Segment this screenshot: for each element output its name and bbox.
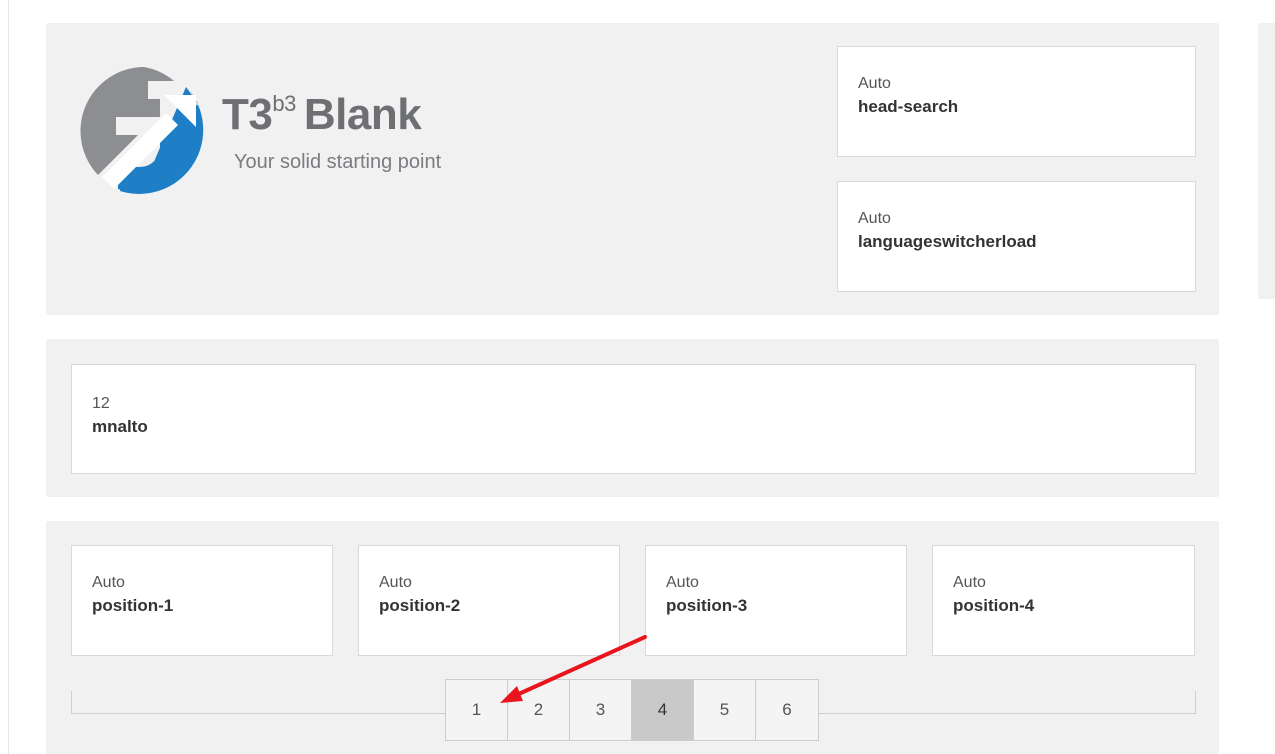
column-count-switcher: 1 2 3 4 5 6 [445,679,819,741]
module-width: Auto [379,574,412,591]
module-position-2[interactable]: Auto position-2 [358,545,620,656]
mainnav-section: 12 mnalto [46,339,1219,497]
module-name: position-1 [92,596,174,615]
spotlight-section: Auto position-1 Auto position-2 Auto pos… [46,521,1219,754]
right-sidebar-section [1258,23,1275,299]
left-divider [8,0,9,754]
column-option-4[interactable]: 4 [632,680,694,740]
module-name: position-4 [953,596,1035,615]
layout-editor-page: T3b3 Blank Your solid starting point Auto… [0,0,1275,754]
module-mnalto[interactable]: 12 mnalto [71,364,1196,474]
module-name: languageswitcherload [858,232,1037,251]
module-width: Auto [858,75,891,92]
column-option-1[interactable]: 1 [446,680,508,740]
logo-mark-icon [80,67,204,194]
module-position-1[interactable]: Auto position-1 [71,545,333,656]
module-name: position-2 [379,596,461,615]
header-section: T3b3 Blank Your solid starting point Auto… [46,23,1219,315]
module-head-search[interactable]: Auto head-search [837,46,1196,157]
module-position-3[interactable]: Auto position-3 [645,545,907,656]
module-width: Auto [953,574,986,591]
module-languageswitcherload[interactable]: Auto languageswitcherload [837,181,1196,292]
layout-ruler-left-tick [71,691,72,714]
logo-title: T3b3 Blank [222,90,422,139]
layout-ruler-right-tick [1195,691,1196,714]
module-width: Auto [666,574,699,591]
module-position-4[interactable]: Auto position-4 [932,545,1195,656]
logo-tagline: Your solid starting point [234,151,442,173]
module-width: Auto [92,574,125,591]
column-option-3[interactable]: 3 [570,680,632,740]
module-name: mnalto [92,417,148,436]
module-width: Auto [858,210,891,227]
site-logo: T3b3 Blank Your solid starting point [78,65,508,195]
column-option-6[interactable]: 6 [756,680,818,740]
module-name: position-3 [666,596,748,615]
module-width: 12 [92,395,110,412]
module-name: head-search [858,97,959,116]
column-option-2[interactable]: 2 [508,680,570,740]
column-option-5[interactable]: 5 [694,680,756,740]
